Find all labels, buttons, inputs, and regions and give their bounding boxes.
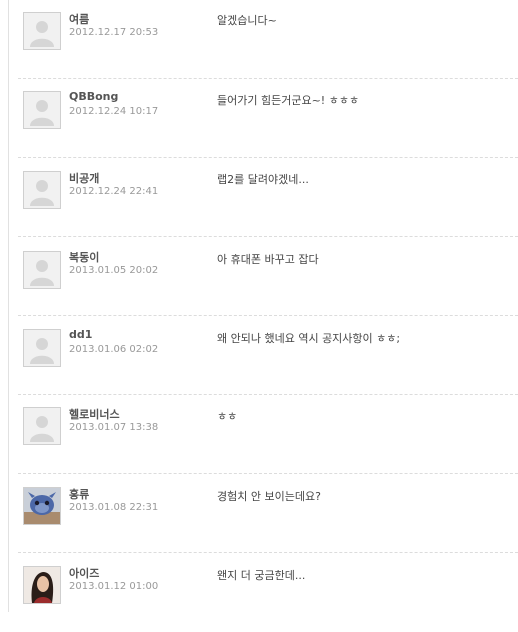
comment-text: 아 휴대폰 바꾸고 잡다	[217, 253, 319, 266]
default-avatar-icon[interactable]	[23, 251, 61, 289]
default-avatar-icon[interactable]	[23, 91, 61, 129]
comment-author[interactable]: dd1	[69, 328, 92, 341]
comment-date: 2012.12.17 20:53	[69, 27, 159, 38]
comment-text: 경험치 안 보이는데요?	[217, 490, 321, 503]
comment-author[interactable]: 여름	[69, 11, 89, 27]
comment-text: 왠지 더 궁금한데...	[217, 569, 306, 582]
comment-item: 여름 2012.12.17 20:53 알겠습니다~	[0, 0, 518, 79]
comment-author[interactable]: 아이즈	[69, 565, 99, 581]
default-avatar-icon[interactable]	[23, 329, 61, 367]
comment-item: 헬로비너스 2013.01.07 13:38 ㅎㅎ	[0, 395, 518, 474]
default-avatar-icon[interactable]	[23, 171, 61, 209]
comment-item: 복동이 2013.01.05 20:02 아 휴대폰 바꾸고 잡다	[0, 237, 518, 316]
comment-item: dd1 2013.01.06 02:02 왜 안되나 했네요 역시 공지사항이 …	[0, 316, 518, 395]
comment-author[interactable]: 비공개	[69, 170, 99, 186]
comment-text: 들어가기 힘든거군요~! ㅎㅎㅎ	[217, 94, 360, 107]
comment-date: 2013.01.06 02:02	[69, 344, 159, 355]
comment-date: 2013.01.07 13:38	[69, 422, 159, 433]
comment-date: 2012.12.24 22:41	[69, 186, 159, 197]
comment-date: 2013.01.12 01:00	[69, 581, 159, 592]
comment-item: 홍류 2013.01.08 22:31 경험치 안 보이는데요?	[0, 474, 518, 553]
comment-date: 2013.01.05 20:02	[69, 265, 159, 276]
comment-text: ㅎㅎ	[217, 410, 238, 423]
character-avatar-photo[interactable]	[23, 487, 61, 525]
comment-item: QBBong 2012.12.24 10:17 들어가기 힘든거군요~! ㅎㅎㅎ	[0, 79, 518, 158]
comment-item: 비공개 2012.12.24 22:41 랩2를 달려야겠네...	[0, 158, 518, 237]
default-avatar-icon[interactable]	[23, 407, 61, 445]
comment-author[interactable]: QBBong	[69, 90, 118, 103]
default-avatar-icon[interactable]	[23, 12, 61, 50]
person-avatar-photo[interactable]	[23, 566, 61, 604]
comment-author[interactable]: 홍류	[69, 486, 89, 502]
comment-text: 알겠습니다~	[217, 14, 277, 27]
comment-date: 2012.12.24 10:17	[69, 106, 159, 117]
comment-item: 아이즈 2013.01.12 01:00 왠지 더 궁금한데...	[0, 553, 518, 632]
comment-date: 2013.01.08 22:31	[69, 502, 159, 513]
comment-list: 여름 2012.12.17 20:53 알겠습니다~ QBBong 2012.1…	[0, 0, 518, 632]
comment-author[interactable]: 복동이	[69, 249, 99, 265]
comment-author[interactable]: 헬로비너스	[69, 406, 120, 422]
comment-text: 왜 안되나 했네요 역시 공지사항이 ㅎㅎ;	[217, 332, 401, 345]
comment-text: 랩2를 달려야겠네...	[217, 173, 309, 186]
